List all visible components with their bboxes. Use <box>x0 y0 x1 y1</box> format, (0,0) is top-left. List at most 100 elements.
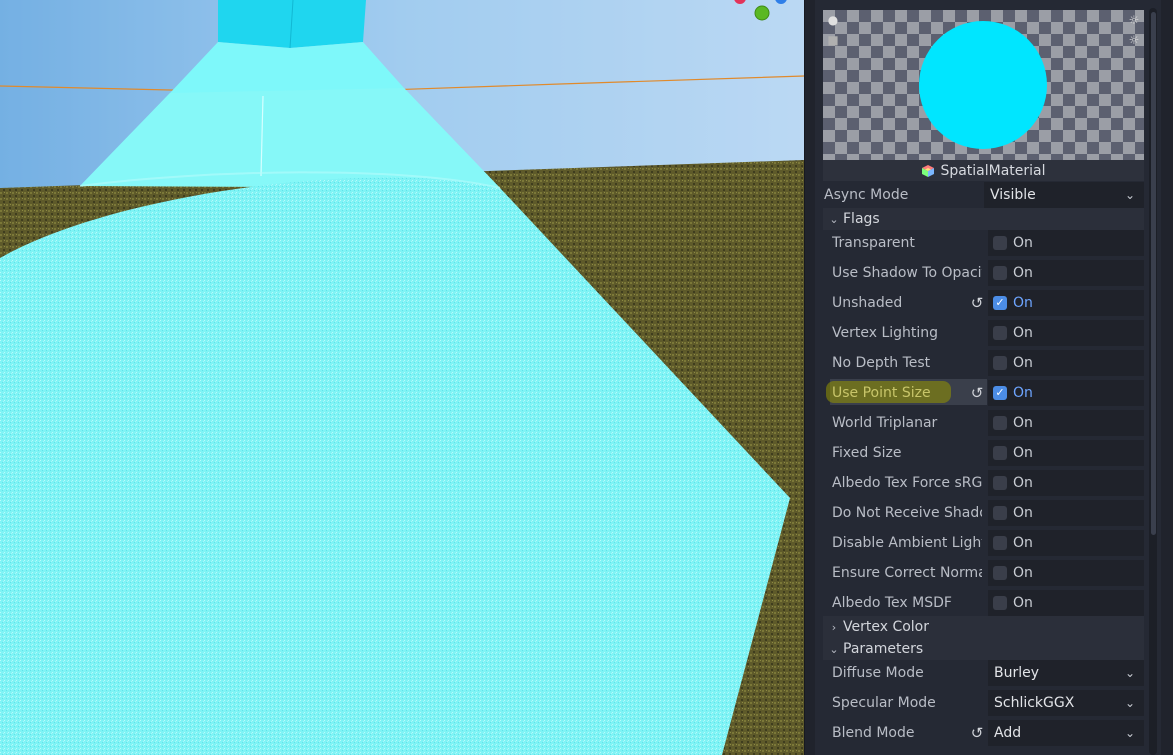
flag-checkbox[interactable]: On <box>988 410 1144 436</box>
checkbox-icon[interactable] <box>993 356 1007 370</box>
property-label: Do Not Receive Shado <box>832 505 982 521</box>
section-flags[interactable]: ⌄ Flags <box>823 208 1144 230</box>
checkbox-icon[interactable] <box>993 446 1007 460</box>
flag-checkbox[interactable]: On <box>988 530 1144 556</box>
flag-row[interactable]: Disable Ambient Light On <box>823 529 1144 557</box>
checkbox-icon[interactable] <box>993 236 1007 250</box>
flag-row[interactable]: Ensure Correct Norma On <box>823 559 1144 587</box>
checkbox-checked-icon[interactable] <box>993 296 1007 310</box>
property-blend-mode[interactable]: Blend Mode ↺ Add ⌄ <box>823 719 1144 747</box>
revert-icon[interactable]: ↺ <box>969 385 985 401</box>
checkbox-label: On <box>1013 265 1033 281</box>
flag-checkbox[interactable]: On <box>988 350 1144 376</box>
flag-row[interactable]: Do Not Receive Shado On <box>823 499 1144 527</box>
flag-row[interactable]: Vertex Lighting On <box>823 319 1144 347</box>
revert-icon[interactable]: ↺ <box>969 725 985 741</box>
3d-viewport[interactable] <box>0 0 804 755</box>
inspector-scroll-thumb[interactable] <box>1151 12 1156 535</box>
flag-row[interactable]: Use Shadow To Opacit On <box>823 259 1144 287</box>
section-label: Flags <box>843 211 880 227</box>
property-label: Ensure Correct Norma <box>832 565 982 581</box>
flag-checkbox[interactable]: On <box>988 500 1144 526</box>
flag-row-use-point-size[interactable]: Use Point Size ↺ On <box>823 379 1144 407</box>
property-label: Vertex Lighting <box>832 325 939 341</box>
chevron-down-icon: ⌄ <box>1124 726 1136 740</box>
spatial-material-icon <box>922 165 935 177</box>
dropdown-value: SchlickGGX <box>994 695 1075 711</box>
checkbox-label: On <box>1013 445 1033 461</box>
gizmo-y-icon[interactable] <box>754 5 770 21</box>
checkbox-label: On <box>1013 565 1033 581</box>
sphere-preview-icon[interactable]: ● <box>826 13 840 27</box>
checkbox-label: On <box>1013 385 1033 401</box>
property-label: Async Mode <box>824 187 909 203</box>
preview-sphere <box>919 21 1047 149</box>
light-1-toggle-icon[interactable]: ☼ <box>1127 13 1141 27</box>
chevron-down-icon: ⌄ <box>1124 666 1136 680</box>
flag-row[interactable]: Transparent On <box>823 229 1144 257</box>
checkbox-label: On <box>1013 235 1033 251</box>
checkbox-label: On <box>1013 295 1033 311</box>
chevron-down-icon: ⌄ <box>829 642 839 656</box>
diffuse-mode-dropdown[interactable]: Burley ⌄ <box>988 660 1144 686</box>
section-label: Vertex Color <box>843 619 930 635</box>
flag-row[interactable]: No Depth Test On <box>823 349 1144 377</box>
property-label: Unshaded <box>832 295 903 311</box>
flag-row[interactable]: World Triplanar On <box>823 409 1144 437</box>
flag-checkbox[interactable]: On <box>988 290 1144 316</box>
checkbox-icon[interactable] <box>993 326 1007 340</box>
chevron-down-icon: ⌄ <box>829 212 839 226</box>
chevron-down-icon: ⌄ <box>1124 696 1136 710</box>
checkbox-label: On <box>1013 475 1033 491</box>
checkbox-icon[interactable] <box>993 536 1007 550</box>
blend-mode-dropdown[interactable]: Add ⌄ <box>988 720 1144 746</box>
flag-checkbox[interactable]: On <box>988 440 1144 466</box>
checkbox-icon[interactable] <box>993 476 1007 490</box>
flag-row[interactable]: Fixed Size On <box>823 439 1144 467</box>
cube-preview-icon[interactable]: ■ <box>826 33 840 47</box>
property-label: Specular Mode <box>832 695 936 711</box>
resource-name: SpatialMaterial <box>940 163 1046 179</box>
property-async-mode[interactable]: Async Mode Visible ⌄ <box>815 181 1144 209</box>
section-vertex-color[interactable]: › Vertex Color <box>823 616 1144 638</box>
checkbox-icon[interactable] <box>993 596 1007 610</box>
section-label: Parameters <box>843 641 924 657</box>
checkbox-label: On <box>1013 505 1033 521</box>
property-label: Albedo Tex Force sRG <box>832 475 982 491</box>
property-label: Albedo Tex MSDF <box>832 595 952 611</box>
property-diffuse-mode[interactable]: Diffuse Mode Burley ⌄ <box>823 659 1144 687</box>
resource-name-bar[interactable]: SpatialMaterial <box>823 160 1144 182</box>
async-mode-dropdown[interactable]: Visible ⌄ <box>984 182 1144 208</box>
flag-row[interactable]: Albedo Tex MSDF On <box>823 589 1144 617</box>
checkbox-label: On <box>1013 595 1033 611</box>
chevron-right-icon: › <box>831 620 837 634</box>
property-specular-mode[interactable]: Specular Mode SchlickGGX ⌄ <box>823 689 1144 717</box>
checkbox-checked-icon[interactable] <box>993 386 1007 400</box>
light-2-toggle-icon[interactable]: ☼ <box>1127 33 1141 47</box>
flag-checkbox[interactable]: On <box>988 470 1144 496</box>
checkbox-label: On <box>1013 325 1033 341</box>
section-parameters[interactable]: ⌄ Parameters <box>823 638 1144 660</box>
specular-mode-dropdown[interactable]: SchlickGGX ⌄ <box>988 690 1144 716</box>
revert-icon[interactable]: ↺ <box>969 295 985 311</box>
checkbox-label: On <box>1013 355 1033 371</box>
checkbox-icon[interactable] <box>993 416 1007 430</box>
flag-checkbox[interactable]: On <box>988 560 1144 586</box>
dropdown-value: Add <box>994 725 1022 741</box>
flag-row[interactable]: Albedo Tex Force sRG On <box>823 469 1144 497</box>
property-label: No Depth Test <box>832 355 931 371</box>
flag-checkbox[interactable]: On <box>988 380 1144 406</box>
flag-row[interactable]: Unshaded ↺ On <box>823 289 1144 317</box>
flag-checkbox[interactable]: On <box>988 590 1144 616</box>
flag-checkbox[interactable]: On <box>988 260 1144 286</box>
checkbox-icon[interactable] <box>993 506 1007 520</box>
property-label: Use Shadow To Opacit <box>832 265 982 281</box>
checkbox-icon[interactable] <box>993 266 1007 280</box>
property-label: Fixed Size <box>832 445 902 461</box>
dropdown-value: Visible <box>990 187 1036 203</box>
property-label: Transparent <box>832 235 915 251</box>
checkbox-label: On <box>1013 415 1033 431</box>
flag-checkbox[interactable]: On <box>988 230 1144 256</box>
checkbox-icon[interactable] <box>993 566 1007 580</box>
flag-checkbox[interactable]: On <box>988 320 1144 346</box>
